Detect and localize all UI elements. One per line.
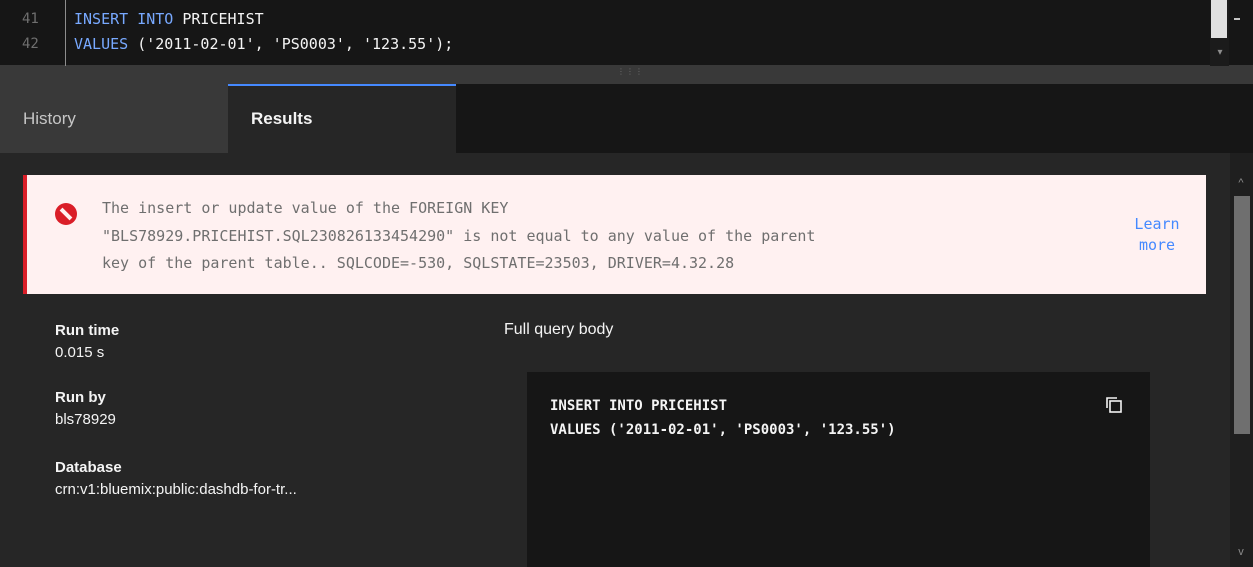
chevron-down-icon[interactable]: ▾ [1213,46,1227,60]
learn-more-label[interactable]: more [1125,235,1189,256]
query-line: INSERT INTO PRICEHIST [550,398,728,414]
copy-icon[interactable] [1105,396,1123,414]
run-time-label: Run time [55,322,120,339]
code-line[interactable]: VALUES ('2011-02-01', 'PS0003', '123.55'… [74,35,453,53]
code-line[interactable]: INSERT INTO PRICEHIST [74,10,264,28]
line-number: 42 [22,36,39,52]
minimize-icon[interactable] [1234,18,1240,20]
code-text: PRICEHIST [173,10,264,28]
error-message-line: "BLS78929.PRICEHIST.SQL230826133454290" … [102,227,816,245]
chevron-down-icon[interactable]: v [1233,546,1249,562]
sql-editor[interactable]: 41 42 INSERT INTO PRICEHIST VALUES ('201… [0,0,1253,66]
pane-splitter[interactable]: ⋮⋮⋮ [0,66,1253,84]
database-label: Database [55,459,122,476]
learn-more-label[interactable]: Learn [1125,214,1189,235]
chevron-up-icon[interactable]: ^ [1233,177,1249,193]
query-body[interactable]: INSERT INTO PRICEHIST VALUES ('2011-02-0… [527,372,1150,567]
sql-keyword: INSERT INTO [74,10,174,28]
tab-results[interactable]: Results [228,84,456,153]
editor-scrollbar-thumb[interactable] [1211,0,1227,38]
line-gutter: 41 42 [0,0,66,66]
error-notification: The insert or update value of the FOREIG… [23,175,1206,294]
drag-handle-icon[interactable]: ⋮⋮⋮ [617,68,644,76]
run-by-value: bls78929 [55,411,116,428]
code-text: ('2011-02-01', 'PS0003', '123.55'); [128,35,454,53]
tab-bar: History Results [0,84,1253,153]
query-body-label: Full query body [504,321,614,338]
run-time-value: 0.015 s [55,344,105,361]
results-scrollbar-thumb[interactable] [1234,196,1250,434]
query-line: VALUES ('2011-02-01', 'PS0003', '123.55'… [550,422,896,438]
sql-keyword: VALUES [74,35,129,53]
run-by-label: Run by [55,389,106,406]
learn-more-link[interactable]: Learn more [1125,214,1189,256]
error-message-line: The insert or update value of the FOREIG… [102,199,509,217]
tab-history[interactable]: History [0,84,228,153]
database-value: crn:v1:bluemix:public:dashdb-for-tr... [55,481,297,498]
error-icon [55,203,77,225]
line-number: 41 [22,11,39,27]
error-message-line: key of the parent table.. SQLCODE=-530, … [102,254,735,272]
